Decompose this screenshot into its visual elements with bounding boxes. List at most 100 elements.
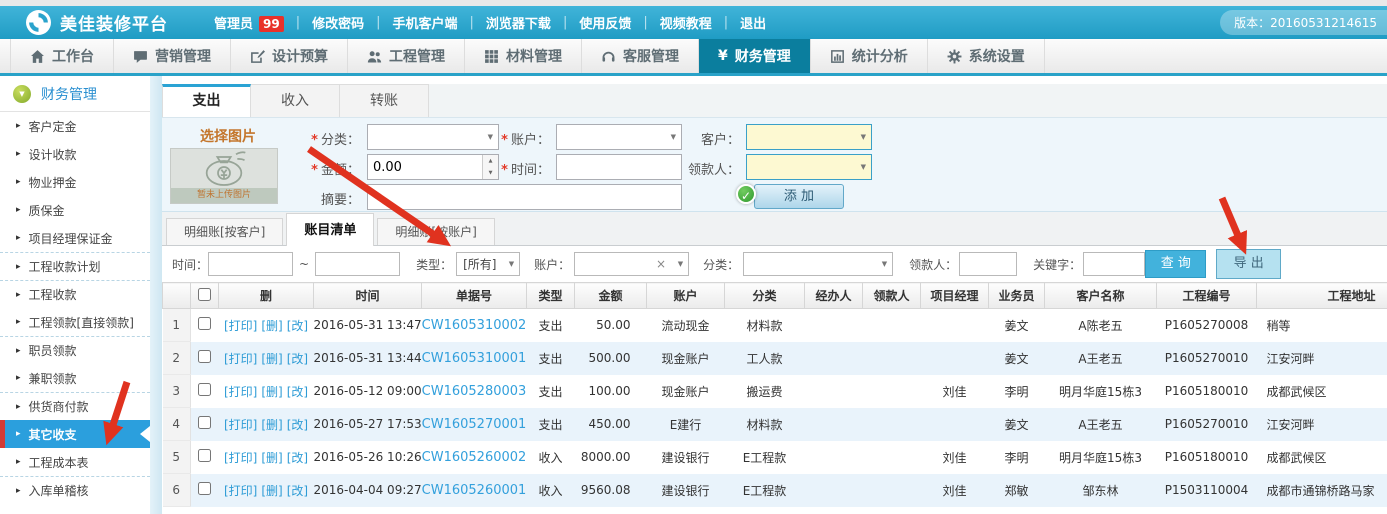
cell-payee	[863, 375, 921, 408]
chat-icon	[133, 49, 148, 64]
sidebar-item[interactable]: ▸工程领款[直接领款]	[0, 308, 150, 336]
date-from-field[interactable]	[208, 252, 293, 276]
action-edit-link[interactable]: [改]	[287, 484, 308, 498]
sidebar-item[interactable]: ▸工程收款计划	[0, 252, 150, 280]
row-checkbox[interactable]	[198, 482, 211, 495]
action-print-link[interactable]: [打印]	[224, 484, 257, 498]
date-to-field[interactable]	[315, 252, 400, 276]
sidebar-item[interactable]: ▸客户定金	[0, 112, 150, 140]
column-header: 类型	[527, 283, 575, 309]
action-edit-link[interactable]: [改]	[287, 451, 308, 465]
action-edit-link[interactable]: [改]	[287, 385, 308, 399]
action-edit-link[interactable]: [改]	[287, 352, 308, 366]
sidebar-item[interactable]: ▸设计收款	[0, 140, 150, 168]
action-delete-link[interactable]: [删]	[261, 418, 282, 432]
cell-doc_no[interactable]: CW1605260002	[422, 441, 527, 474]
action-print-link[interactable]: [打印]	[224, 319, 257, 333]
action-print-link[interactable]: [打印]	[224, 352, 257, 366]
keyword-filter-field[interactable]	[1083, 252, 1145, 276]
triangle-bullet-icon: ▸	[16, 205, 21, 215]
topbar-link-0[interactable]: 管理员99	[214, 13, 284, 32]
app-title: 美佳装修平台	[60, 10, 168, 35]
sidebar-item[interactable]: ▸入库单稽核	[0, 476, 150, 504]
action-delete-link[interactable]: [删]	[261, 451, 282, 465]
cell-doc_no[interactable]: CW1605270001	[422, 408, 527, 441]
tab-账目清单[interactable]: 账目清单	[286, 213, 374, 246]
tab-转账[interactable]: 转账	[340, 84, 429, 117]
nav-item-5[interactable]: 客服管理	[582, 39, 699, 73]
topbar-link-5[interactable]: 视频教程	[660, 13, 712, 32]
add-button[interactable]: 添 加	[754, 184, 844, 209]
tab-收入[interactable]: 收入	[251, 84, 340, 117]
tab-明细账[按客户][interactable]: 明细账[按客户]	[166, 218, 283, 245]
row-checkbox[interactable]	[198, 383, 211, 396]
payee-select[interactable]: ▼	[746, 154, 872, 180]
tab-支出[interactable]: 支出	[162, 84, 251, 117]
topbar-link-2[interactable]: 手机客户端	[393, 13, 458, 32]
row-select-cell	[191, 408, 219, 441]
customer-select[interactable]: ▼	[746, 124, 872, 150]
sidebar-item[interactable]: ▸兼职领款	[0, 364, 150, 392]
topbar-link-4[interactable]: 使用反馈	[579, 13, 631, 32]
account-filter-combo[interactable]: ×▼	[574, 252, 689, 276]
sidebar-item[interactable]: ▸项目经理保证金	[0, 224, 150, 252]
date-from-input[interactable]	[209, 253, 292, 275]
sidebar-item[interactable]: ▸供货商付款	[0, 392, 150, 420]
export-button[interactable]: 导 出	[1216, 249, 1281, 279]
row-checkbox[interactable]	[198, 416, 211, 429]
cell-amount: 450.00	[575, 408, 647, 441]
nav-item-0[interactable]: 工作台	[10, 39, 114, 73]
nav-item-6[interactable]: ¥财务管理	[699, 39, 811, 73]
summary-field[interactable]	[367, 184, 682, 210]
action-delete-link[interactable]: [删]	[261, 484, 282, 498]
keyword-filter-input[interactable]	[1084, 253, 1144, 275]
cell-doc_no[interactable]: CW1605310001	[422, 342, 527, 375]
row-checkbox[interactable]	[198, 350, 211, 363]
sidebar-item[interactable]: ▸工程收款	[0, 280, 150, 308]
sidebar-item[interactable]: ▸其它收支	[0, 420, 150, 448]
cell-doc_no[interactable]: CW1605260001	[422, 474, 527, 507]
payee-filter-field[interactable]	[959, 252, 1017, 276]
action-edit-link[interactable]: [改]	[287, 319, 308, 333]
topbar-link-1[interactable]: 修改密码	[312, 13, 364, 32]
nav-item-7[interactable]: 统计分析	[811, 39, 928, 73]
date-to-input[interactable]	[316, 253, 399, 275]
tab-明细账[按账户][interactable]: 明细账[按账户]	[377, 218, 494, 245]
category-filter-select[interactable]: ▼	[743, 252, 893, 276]
action-print-link[interactable]: [打印]	[224, 385, 257, 399]
action-delete-link[interactable]: [删]	[261, 319, 282, 333]
summary-input[interactable]	[368, 185, 681, 209]
action-print-link[interactable]: [打印]	[224, 451, 257, 465]
sidebar-item[interactable]: ▸工程成本表	[0, 448, 150, 476]
action-edit-link[interactable]: [改]	[287, 418, 308, 432]
nav-item-3[interactable]: 工程管理	[348, 39, 465, 73]
cell-customer: A王老五	[1045, 408, 1157, 441]
nav-item-2[interactable]: 设计预算	[231, 39, 348, 73]
clear-icon[interactable]: ×	[656, 257, 666, 271]
sidebar-item[interactable]: ▸质保金	[0, 196, 150, 224]
action-print-link[interactable]: [打印]	[224, 418, 257, 432]
triangle-bullet-icon: ▸	[16, 317, 21, 327]
search-button[interactable]: 查 询	[1145, 250, 1206, 278]
type-select[interactable]: [所有]▼	[456, 252, 520, 276]
nav-item-label: 工程管理	[389, 46, 445, 66]
select-all-checkbox[interactable]	[198, 288, 211, 301]
column-header: 工程地址	[1257, 283, 1387, 309]
row-checkbox[interactable]	[198, 449, 211, 462]
nav-item-4[interactable]: 材料管理	[465, 39, 582, 73]
sidebar-item[interactable]: ▸职员领款	[0, 336, 150, 364]
nav-item-8[interactable]: 系统设置	[928, 39, 1045, 73]
sidebar-header[interactable]: ▼ 财务管理	[0, 76, 150, 112]
cell-type: 收入	[527, 474, 575, 507]
cell-doc_no[interactable]: CW1605310002	[422, 309, 527, 342]
row-checkbox[interactable]	[198, 317, 211, 330]
nav-item-1[interactable]: 营销管理	[114, 39, 231, 73]
topbar-link-3[interactable]: 浏览器下载	[486, 13, 551, 32]
cell-doc_no[interactable]: CW1605280003	[422, 375, 527, 408]
cell-sales: 姜文	[989, 408, 1045, 441]
action-delete-link[interactable]: [删]	[261, 352, 282, 366]
topbar-link-6[interactable]: 退出	[740, 13, 766, 32]
action-delete-link[interactable]: [删]	[261, 385, 282, 399]
sidebar-item[interactable]: ▸物业押金	[0, 168, 150, 196]
payee-filter-input[interactable]	[960, 253, 1016, 275]
